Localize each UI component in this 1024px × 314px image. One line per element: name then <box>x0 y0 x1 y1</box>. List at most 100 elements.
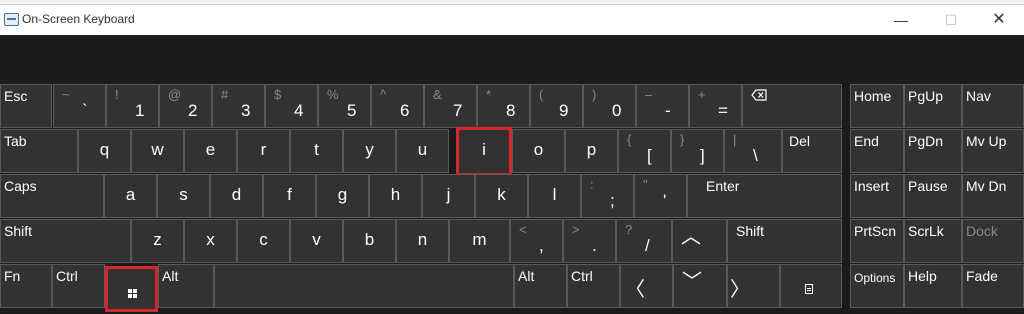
key-down-arrow[interactable]: ﹀ <box>673 264 727 308</box>
key-u[interactable]: u <box>396 129 449 173</box>
key-semicolon[interactable]: : ; <box>581 174 634 218</box>
minimize-button[interactable]: — <box>878 5 924 35</box>
key-v[interactable]: v <box>290 219 343 263</box>
key-w[interactable]: w <box>131 129 184 173</box>
key-4[interactable]: $ 4 <box>265 84 318 128</box>
base-char: ' <box>663 191 667 210</box>
key-left-ctrl[interactable]: Ctrl <box>52 264 105 308</box>
key-options[interactable]: Options <box>850 264 904 308</box>
key-left-arrow[interactable]: 〈 <box>620 264 673 308</box>
key-n[interactable]: n <box>396 219 449 263</box>
base-char: ; <box>610 191 615 210</box>
key-right-alt[interactable]: Alt <box>514 264 567 308</box>
key-pgdn[interactable]: PgDn <box>904 129 962 173</box>
key-insert[interactable]: Insert <box>850 174 904 218</box>
key-label: y <box>365 140 374 159</box>
key-8[interactable]: * 8 <box>477 84 530 128</box>
key-9[interactable]: ( 9 <box>530 84 583 128</box>
key-5[interactable]: % 5 <box>318 84 371 128</box>
key-k[interactable]: k <box>475 174 528 218</box>
key-equals[interactable]: + = <box>689 84 742 128</box>
key-e[interactable]: e <box>184 129 237 173</box>
base-char: [ <box>647 146 652 165</box>
key-c[interactable]: c <box>237 219 290 263</box>
key-esc[interactable]: Esc <box>0 84 52 128</box>
key-x[interactable]: x <box>184 219 237 263</box>
key-right-ctrl[interactable]: Ctrl <box>567 264 620 308</box>
key-7[interactable]: & 7 <box>424 84 477 128</box>
base-char: 2 <box>188 101 198 120</box>
key-right-shift[interactable]: Shift <box>727 219 842 263</box>
key-z[interactable]: z <box>131 219 184 263</box>
key-o[interactable]: o <box>512 129 565 173</box>
key-h[interactable]: h <box>369 174 422 218</box>
key-pause[interactable]: Pause <box>904 174 962 218</box>
key-prtscn[interactable]: PrtScn <box>850 219 904 263</box>
left-arrow-icon: 〈 <box>625 279 645 301</box>
key-d[interactable]: d <box>210 174 263 218</box>
key-caps[interactable]: Caps <box>0 174 104 218</box>
key-r[interactable]: r <box>237 129 290 173</box>
maximize-button[interactable]: ☐ <box>928 5 974 35</box>
key-fn[interactable]: Fn <box>0 264 52 308</box>
key-t[interactable]: t <box>290 129 343 173</box>
key-label: s <box>179 185 188 204</box>
shift-char: : <box>590 177 594 192</box>
key-end[interactable]: End <box>850 129 904 173</box>
shift-char: ! <box>115 87 119 102</box>
key-label: f <box>287 185 292 204</box>
key-space[interactable] <box>214 264 514 308</box>
key-scrlk[interactable]: ScrLk <box>904 219 962 263</box>
key-help[interactable]: Help <box>904 264 962 308</box>
key-m[interactable]: m <box>449 219 510 263</box>
key-dock[interactable]: Dock <box>962 219 1024 263</box>
key-1[interactable]: ! 1 <box>106 84 159 128</box>
key-right-arrow[interactable]: 〉 <box>727 264 780 308</box>
base-char: 9 <box>559 101 569 120</box>
key-backtick[interactable]: ~ ` <box>53 84 106 128</box>
key-quote[interactable]: " ' <box>634 174 687 218</box>
key-context-menu[interactable] <box>780 264 842 308</box>
key-left-alt[interactable]: Alt <box>158 264 214 308</box>
key-lbracket[interactable]: { [ <box>618 129 671 173</box>
key-a[interactable]: a <box>104 174 157 218</box>
key-minus[interactable]: – - <box>636 84 689 128</box>
key-nav[interactable]: Nav <box>962 84 1024 128</box>
key-3[interactable]: # 3 <box>212 84 265 128</box>
key-i[interactable]: i <box>456 127 512 176</box>
key-home[interactable]: Home <box>850 84 904 128</box>
shift-char: – <box>645 87 653 102</box>
key-rbracket[interactable]: } ] <box>671 129 724 173</box>
key-enter[interactable]: Enter <box>687 174 842 218</box>
key-g[interactable]: g <box>316 174 369 218</box>
key-pgup[interactable]: PgUp <box>904 84 962 128</box>
key-tab[interactable]: Tab <box>0 129 78 173</box>
key-p[interactable]: p <box>565 129 618 173</box>
key-label: End <box>854 133 879 149</box>
key-2[interactable]: @ 2 <box>159 84 212 128</box>
key-backslash[interactable]: | \ <box>724 129 782 173</box>
key-y[interactable]: y <box>343 129 396 173</box>
shift-char: ( <box>539 87 544 102</box>
key-b[interactable]: b <box>343 219 396 263</box>
key-l[interactable]: l <box>528 174 581 218</box>
key-move-down[interactable]: Mv Dn <box>962 174 1024 218</box>
key-backspace[interactable] <box>742 84 842 128</box>
key-period[interactable]: > . <box>563 219 616 263</box>
key-label: Mv Dn <box>966 178 1007 194</box>
key-comma[interactable]: < , <box>510 219 563 263</box>
close-button[interactable]: ✕ <box>976 5 1022 35</box>
key-f[interactable]: f <box>263 174 316 218</box>
key-up-arrow[interactable]: ︿ <box>672 219 727 263</box>
key-q[interactable]: q <box>78 129 131 173</box>
key-s[interactable]: s <box>157 174 210 218</box>
key-slash[interactable]: ? / <box>616 219 672 263</box>
key-left-shift[interactable]: Shift <box>0 219 131 263</box>
key-j[interactable]: j <box>422 174 475 218</box>
key-move-up[interactable]: Mv Up <box>962 129 1024 173</box>
key-0[interactable]: ) 0 <box>583 84 636 128</box>
key-6[interactable]: ^ 6 <box>371 84 424 128</box>
key-windows[interactable] <box>105 266 158 312</box>
key-fade[interactable]: Fade <box>962 264 1024 308</box>
key-del[interactable]: Del <box>782 129 842 173</box>
